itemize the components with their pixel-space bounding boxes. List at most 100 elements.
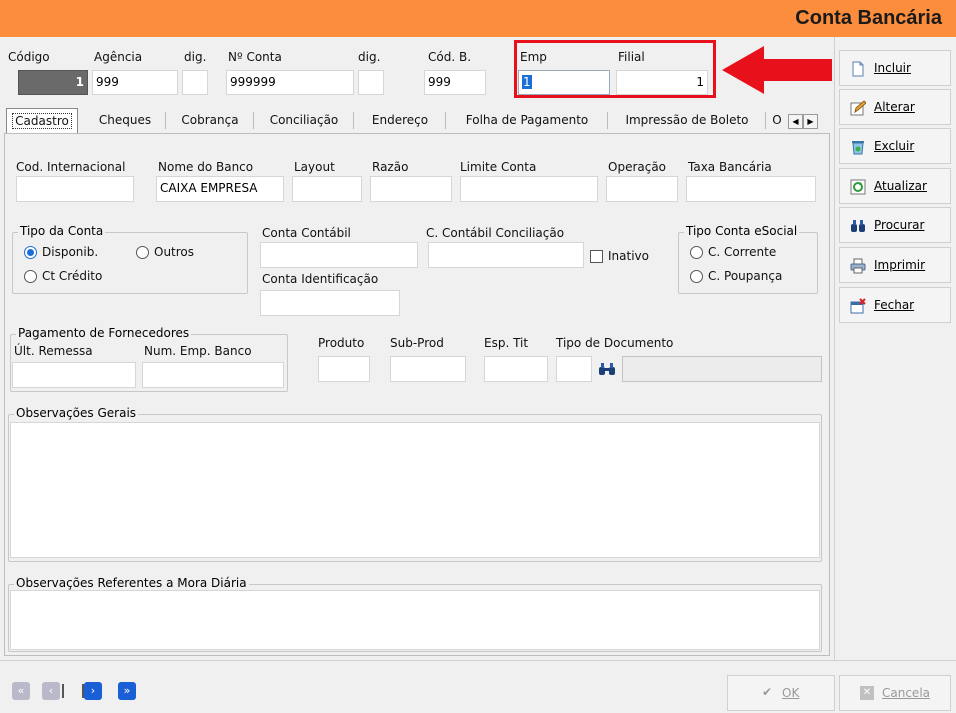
close-window-icon — [850, 298, 866, 314]
recycle-bin-icon — [852, 141, 864, 155]
operacao-label: Operação — [608, 160, 667, 174]
title-bar: Conta Bancária — [0, 0, 956, 37]
fechar-button[interactable]: Fechar — [839, 287, 951, 323]
operacao-field[interactable] — [606, 176, 678, 202]
cancela-button[interactable]: ✕ Cancela — [839, 675, 951, 711]
tab-label: Cadastro — [12, 113, 72, 129]
observacoes-gerais-textarea[interactable] — [10, 422, 820, 558]
tab-impressao-boleto[interactable]: Impressão de Boleto — [608, 108, 766, 134]
razao-label: Razão — [372, 160, 409, 174]
radio-c-corrente[interactable] — [690, 246, 703, 259]
tab-folha-pagamento[interactable]: Folha de Pagamento — [446, 108, 608, 134]
radio-outros[interactable] — [136, 246, 149, 259]
cod-b-field[interactable]: 999 — [424, 70, 486, 95]
alterar-label: Alterar — [874, 100, 915, 114]
previous-record-button[interactable]: ‹ — [42, 682, 60, 700]
agencia-dig-field[interactable] — [182, 70, 208, 95]
tab-cadastro[interactable]: Cadastro — [6, 108, 78, 134]
imprimir-label: Imprimir — [874, 258, 926, 272]
emp-label: Emp — [520, 50, 547, 64]
limite-conta-field[interactable] — [460, 176, 598, 202]
produto-field[interactable] — [318, 356, 370, 382]
inativo-label: Inativo — [608, 249, 649, 263]
ult-remessa-field[interactable] — [12, 362, 136, 388]
alterar-button[interactable]: Alterar — [839, 89, 951, 125]
tipo-conta-esocial-title: Tipo Conta eSocial — [684, 224, 800, 238]
razao-field[interactable] — [370, 176, 452, 202]
record-position-indicator — [62, 684, 84, 698]
tab-label: O — [772, 113, 782, 127]
tipo-conta-title: Tipo da Conta — [18, 224, 106, 238]
cancela-label: Cancela — [882, 686, 931, 700]
observacoes-mora-textarea[interactable] — [10, 590, 820, 650]
agencia-field[interactable]: 999 — [92, 70, 178, 95]
tab-label: Conciliação — [269, 113, 339, 127]
cod-internacional-field[interactable] — [16, 176, 134, 202]
fechar-label: Fechar — [874, 298, 915, 312]
tab-scroll-right-button[interactable]: ▶ — [803, 114, 818, 129]
emp-field[interactable]: 1 — [518, 70, 610, 95]
layout-field[interactable] — [292, 176, 362, 202]
layout-label: Layout — [294, 160, 335, 174]
c-contabil-conciliacao-label: C. Contábil Conciliação — [426, 226, 565, 240]
filial-label: Filial — [618, 50, 645, 64]
excluir-button[interactable]: Excluir — [839, 128, 951, 164]
radio-disponib[interactable] — [24, 246, 37, 259]
incluir-button[interactable]: Incluir — [839, 50, 951, 86]
tab-conciliacao[interactable]: Conciliação — [254, 108, 354, 134]
num-conta-label: Nº Conta — [228, 50, 282, 64]
inativo-checkbox[interactable] — [590, 250, 603, 263]
excluir-label: Excluir — [874, 139, 915, 153]
tab-overflow[interactable]: O — [766, 108, 788, 134]
agencia-dig-label: dig. — [184, 50, 207, 64]
edit-pencil-icon — [850, 100, 866, 116]
conta-dig-field[interactable] — [358, 70, 384, 95]
new-document-icon — [852, 61, 864, 77]
filial-field[interactable]: 1 — [616, 70, 708, 95]
produto-label: Produto — [318, 336, 365, 350]
c-contabil-conciliacao-field[interactable] — [428, 242, 584, 268]
binoculars-icon[interactable] — [598, 362, 616, 376]
radio-c-poupanca[interactable] — [690, 270, 703, 283]
tipo-documento-field[interactable] — [556, 356, 592, 382]
tab-label: Endereço — [371, 113, 429, 127]
tab-bar: Cadastro Cheques Cobrança Conciliação En… — [4, 108, 830, 134]
checkmark-icon: ✔ — [762, 685, 773, 699]
sub-prod-field[interactable] — [390, 356, 466, 382]
tab-cheques[interactable]: Cheques — [84, 108, 166, 134]
conta-contabil-field[interactable] — [260, 242, 418, 268]
atualizar-button[interactable]: Atualizar — [839, 168, 951, 204]
tab-label: Folha de Pagamento — [465, 113, 589, 127]
tab-scroll-left-button[interactable]: ◀ — [788, 114, 803, 129]
num-conta-field[interactable]: 999999 — [226, 70, 354, 95]
next-record-button[interactable]: › — [84, 682, 102, 700]
radio-ct-credito[interactable] — [24, 270, 37, 283]
pagamento-fornecedores-title: Pagamento de Fornecedores — [16, 326, 192, 340]
tipo-documento-description-field — [622, 356, 822, 382]
tab-cobranca[interactable]: Cobrança — [166, 108, 254, 134]
tipo-documento-label: Tipo de Documento — [556, 336, 674, 350]
tab-endereco[interactable]: Endereço — [354, 108, 446, 134]
esp-tit-field[interactable] — [484, 356, 548, 382]
incluir-label: Incluir — [874, 61, 911, 75]
codigo-field[interactable]: 1 — [18, 70, 88, 95]
window-title: Conta Bancária — [795, 7, 942, 29]
taxa-bancaria-field[interactable] — [686, 176, 816, 202]
first-record-button[interactable]: « — [12, 682, 30, 700]
procurar-button[interactable]: Procurar — [839, 207, 951, 243]
radio-c-poupanca-label: C. Poupança — [708, 269, 783, 283]
num-emp-banco-label: Num. Emp. Banco — [144, 344, 252, 358]
imprimir-button[interactable]: Imprimir — [839, 247, 951, 283]
codigo-label: Código — [8, 50, 50, 64]
cod-internacional-label: Cod. Internacional — [16, 160, 126, 174]
ok-button[interactable]: ✔ OK — [727, 675, 835, 711]
conta-identificacao-label: Conta Identificação — [262, 272, 379, 286]
red-arrow-icon — [722, 46, 832, 94]
conta-identificacao-field[interactable] — [260, 290, 400, 316]
ult-remessa-label: Últ. Remessa — [14, 344, 93, 358]
agencia-label: Agência — [94, 50, 143, 64]
num-emp-banco-field[interactable] — [142, 362, 284, 388]
last-record-button[interactable]: » — [118, 682, 136, 700]
sub-prod-label: Sub-Prod — [390, 336, 444, 350]
nome-banco-field[interactable]: CAIXA EMPRESA — [156, 176, 284, 202]
